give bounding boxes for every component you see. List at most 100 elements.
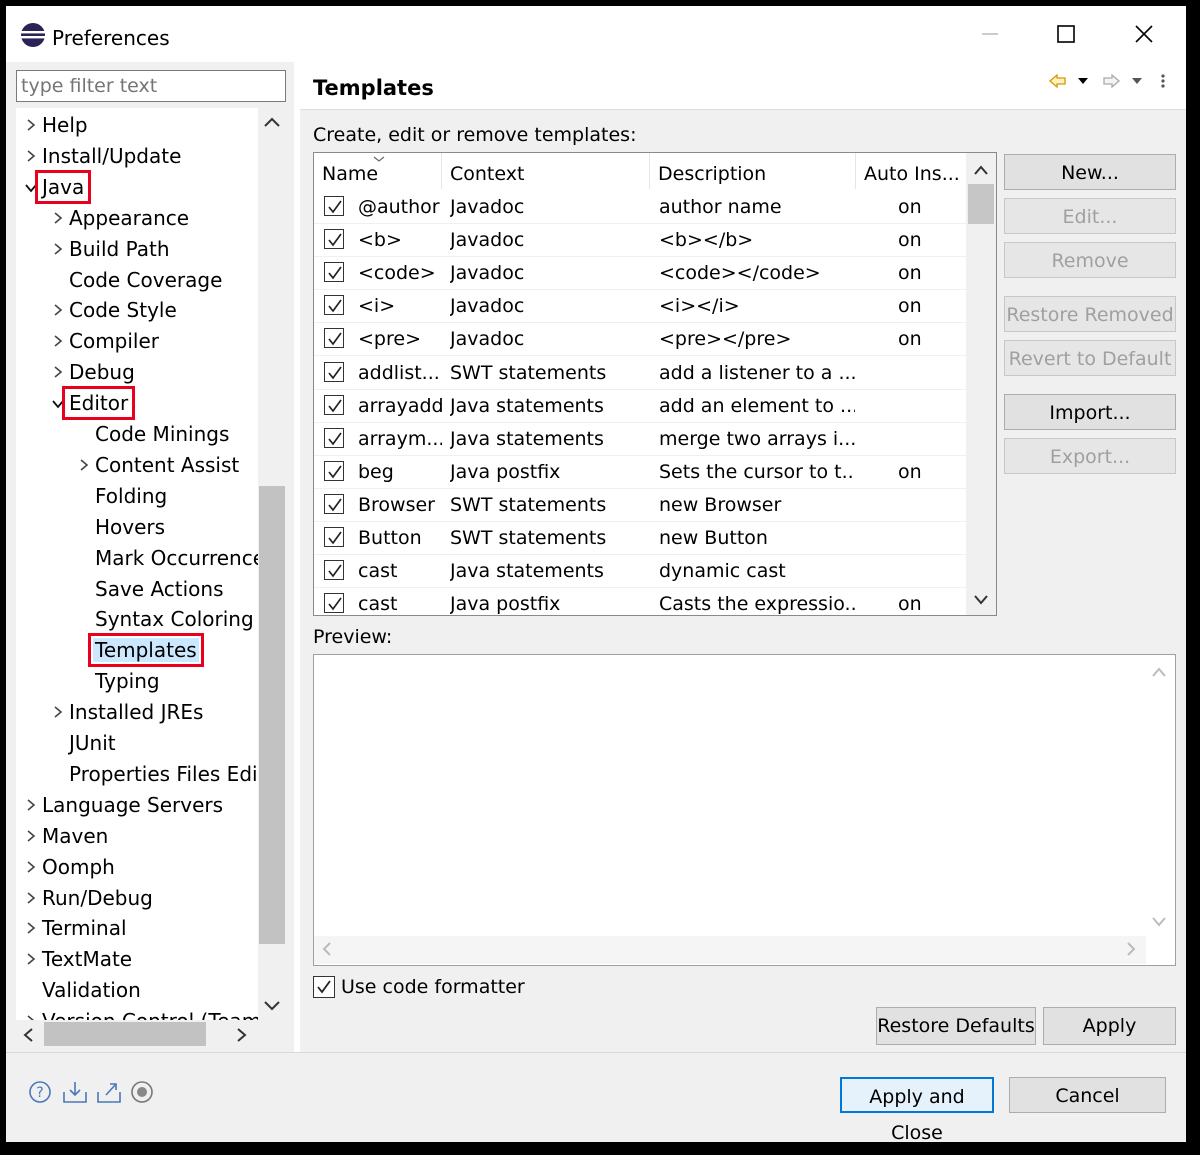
chevron-down-icon[interactable] bbox=[49, 390, 67, 420]
import-button[interactable]: Import... bbox=[1004, 394, 1176, 430]
chevron-right-icon[interactable] bbox=[49, 236, 67, 266]
table-row[interactable]: <code> Javadoc <code></code> on bbox=[314, 256, 968, 291]
scroll-down-icon[interactable] bbox=[262, 998, 282, 1018]
tree-item-typing[interactable]: Typing bbox=[75, 666, 162, 696]
preview-hscrollbar[interactable] bbox=[314, 936, 1146, 964]
table-row[interactable]: <b> Javadoc <b></b> on bbox=[314, 223, 968, 258]
table-row[interactable]: Button SWT statements new Button bbox=[314, 521, 968, 555]
row-checkbox[interactable] bbox=[324, 295, 344, 316]
column-header-description[interactable]: Description bbox=[650, 153, 856, 189]
tree-item-textmate[interactable]: TextMate bbox=[22, 944, 134, 974]
scroll-up-icon[interactable] bbox=[262, 114, 282, 134]
table-row[interactable]: beg Java postfix Sets the cursor to t... on bbox=[314, 455, 968, 489]
chevron-down-icon[interactable] bbox=[22, 174, 40, 204]
tree-item-maven[interactable]: Maven bbox=[22, 821, 110, 851]
row-checkbox[interactable] bbox=[324, 560, 344, 581]
tree-item-install-update[interactable]: Install/Update bbox=[22, 141, 183, 171]
restore-defaults-button[interactable]: Restore Defaults bbox=[876, 1007, 1036, 1045]
chevron-right-icon[interactable] bbox=[49, 699, 67, 729]
table-row[interactable]: <i> Javadoc <i></i> on bbox=[314, 289, 968, 324]
table-row[interactable]: arraym... Java statements merge two arrays… bbox=[314, 422, 968, 456]
table-row[interactable]: @author Javadoc author name on bbox=[314, 190, 968, 224]
tree-item-appearance[interactable]: Appearance bbox=[49, 203, 191, 233]
chevron-right-icon[interactable] bbox=[22, 946, 40, 976]
tree-item-save-actions[interactable]: Save Actions bbox=[75, 574, 226, 604]
record-icon[interactable] bbox=[130, 1080, 154, 1104]
tree-item-debug[interactable]: Debug bbox=[49, 357, 137, 387]
tree-item-syntax-coloring[interactable]: Syntax Coloring bbox=[75, 604, 256, 634]
tree-item-code-style[interactable]: Code Style bbox=[49, 295, 179, 325]
row-checkbox[interactable] bbox=[324, 394, 344, 415]
minimize-button[interactable] bbox=[970, 16, 1010, 56]
use-formatter-checkbox[interactable] bbox=[313, 976, 335, 998]
tree-item-mark-occurrences[interactable]: Mark Occurrences bbox=[75, 543, 258, 573]
remove-button[interactable]: Remove bbox=[1004, 242, 1176, 278]
forward-arrow-icon[interactable] bbox=[1102, 72, 1182, 94]
tree-item-properties-files-editor[interactable]: Properties Files Editor bbox=[49, 759, 258, 789]
preview-scroll-down-icon[interactable] bbox=[1150, 914, 1168, 933]
row-checkbox[interactable] bbox=[324, 196, 344, 216]
row-checkbox[interactable] bbox=[324, 361, 344, 382]
filter-input[interactable] bbox=[16, 70, 286, 102]
tree-item-run-debug[interactable]: Run/Debug bbox=[22, 883, 155, 913]
table-row[interactable]: Browser SWT statements new Browser bbox=[314, 488, 968, 522]
chevron-right-icon[interactable] bbox=[22, 1008, 40, 1020]
tree-item-java[interactable]: Java bbox=[22, 169, 92, 204]
maximize-button[interactable] bbox=[1046, 16, 1086, 56]
table-scroll-up-icon[interactable] bbox=[972, 162, 990, 181]
tree-item-code-minings[interactable]: Code Minings bbox=[75, 419, 231, 449]
row-checkbox[interactable] bbox=[324, 229, 344, 250]
tree-item-help[interactable]: Help bbox=[22, 110, 90, 140]
preview-scroll-right-icon[interactable] bbox=[1124, 940, 1138, 962]
row-checkbox[interactable] bbox=[324, 328, 344, 349]
row-checkbox[interactable] bbox=[324, 593, 344, 614]
column-header-name[interactable]: Name bbox=[314, 153, 442, 189]
cancel-button[interactable]: Cancel bbox=[1009, 1077, 1166, 1113]
apply-button[interactable]: Apply bbox=[1043, 1007, 1176, 1045]
preview-scroll-up-icon[interactable] bbox=[1150, 664, 1168, 683]
table-scroll-thumb[interactable] bbox=[968, 184, 994, 224]
tree-item-folding[interactable]: Folding bbox=[75, 481, 169, 511]
row-checkbox[interactable] bbox=[324, 527, 344, 547]
table-row[interactable]: addlist... SWT statements add a listener t… bbox=[314, 356, 968, 390]
tree-item-installed-jres[interactable]: Installed JREs bbox=[49, 697, 205, 727]
row-checkbox[interactable] bbox=[324, 460, 344, 481]
tree-item-hovers[interactable]: Hovers bbox=[75, 512, 167, 542]
table-row[interactable]: <pre> Javadoc <pre></pre> on bbox=[314, 322, 968, 357]
chevron-right-icon[interactable] bbox=[22, 885, 40, 915]
tree-item-oomph[interactable]: Oomph bbox=[22, 852, 117, 882]
chevron-right-icon[interactable] bbox=[49, 205, 67, 235]
table-row[interactable]: cast Java postfix Casts the expressio... on bbox=[314, 587, 968, 615]
chevron-right-icon[interactable] bbox=[22, 915, 40, 945]
chevron-right-icon[interactable] bbox=[49, 328, 67, 358]
scroll-right-icon[interactable] bbox=[234, 1026, 250, 1048]
tree-item-version-control-team[interactable]: Version Control (Team) bbox=[22, 1006, 258, 1020]
export-preferences-icon[interactable] bbox=[96, 1080, 121, 1104]
revert-to-default-button[interactable]: Revert to Default bbox=[1004, 340, 1176, 376]
back-arrow-icon[interactable] bbox=[1048, 72, 1108, 94]
tree-item-junit[interactable]: JUnit bbox=[49, 728, 118, 758]
tree-hscroll-thumb[interactable] bbox=[44, 1022, 206, 1046]
chevron-right-icon[interactable] bbox=[22, 792, 40, 822]
help-icon[interactable]: ? bbox=[28, 1080, 52, 1104]
chevron-right-icon[interactable] bbox=[49, 359, 67, 389]
close-button[interactable] bbox=[1124, 16, 1164, 56]
tree-item-validation[interactable]: Validation bbox=[22, 975, 143, 1005]
chevron-right-icon[interactable] bbox=[49, 297, 67, 327]
chevron-right-icon[interactable] bbox=[75, 452, 93, 482]
tree-item-editor[interactable]: Editor bbox=[49, 386, 136, 421]
chevron-right-icon[interactable] bbox=[22, 854, 40, 884]
edit-button[interactable]: Edit... bbox=[1004, 198, 1176, 234]
tree-scroll-thumb[interactable] bbox=[259, 486, 285, 944]
tree-item-code-coverage[interactable]: Code Coverage bbox=[49, 265, 224, 295]
row-checkbox[interactable] bbox=[324, 262, 344, 283]
row-checkbox[interactable] bbox=[324, 427, 344, 448]
chevron-right-icon[interactable] bbox=[22, 112, 40, 142]
tree-item-language-servers[interactable]: Language Servers bbox=[22, 790, 225, 820]
export-button[interactable]: Export... bbox=[1004, 438, 1176, 474]
restore-removed-button[interactable]: Restore Removed bbox=[1004, 296, 1176, 332]
row-checkbox[interactable] bbox=[324, 493, 344, 514]
table-scroll-down-icon[interactable] bbox=[972, 592, 990, 611]
column-header-context[interactable]: Context bbox=[442, 153, 650, 189]
preview-area[interactable] bbox=[313, 654, 1176, 966]
